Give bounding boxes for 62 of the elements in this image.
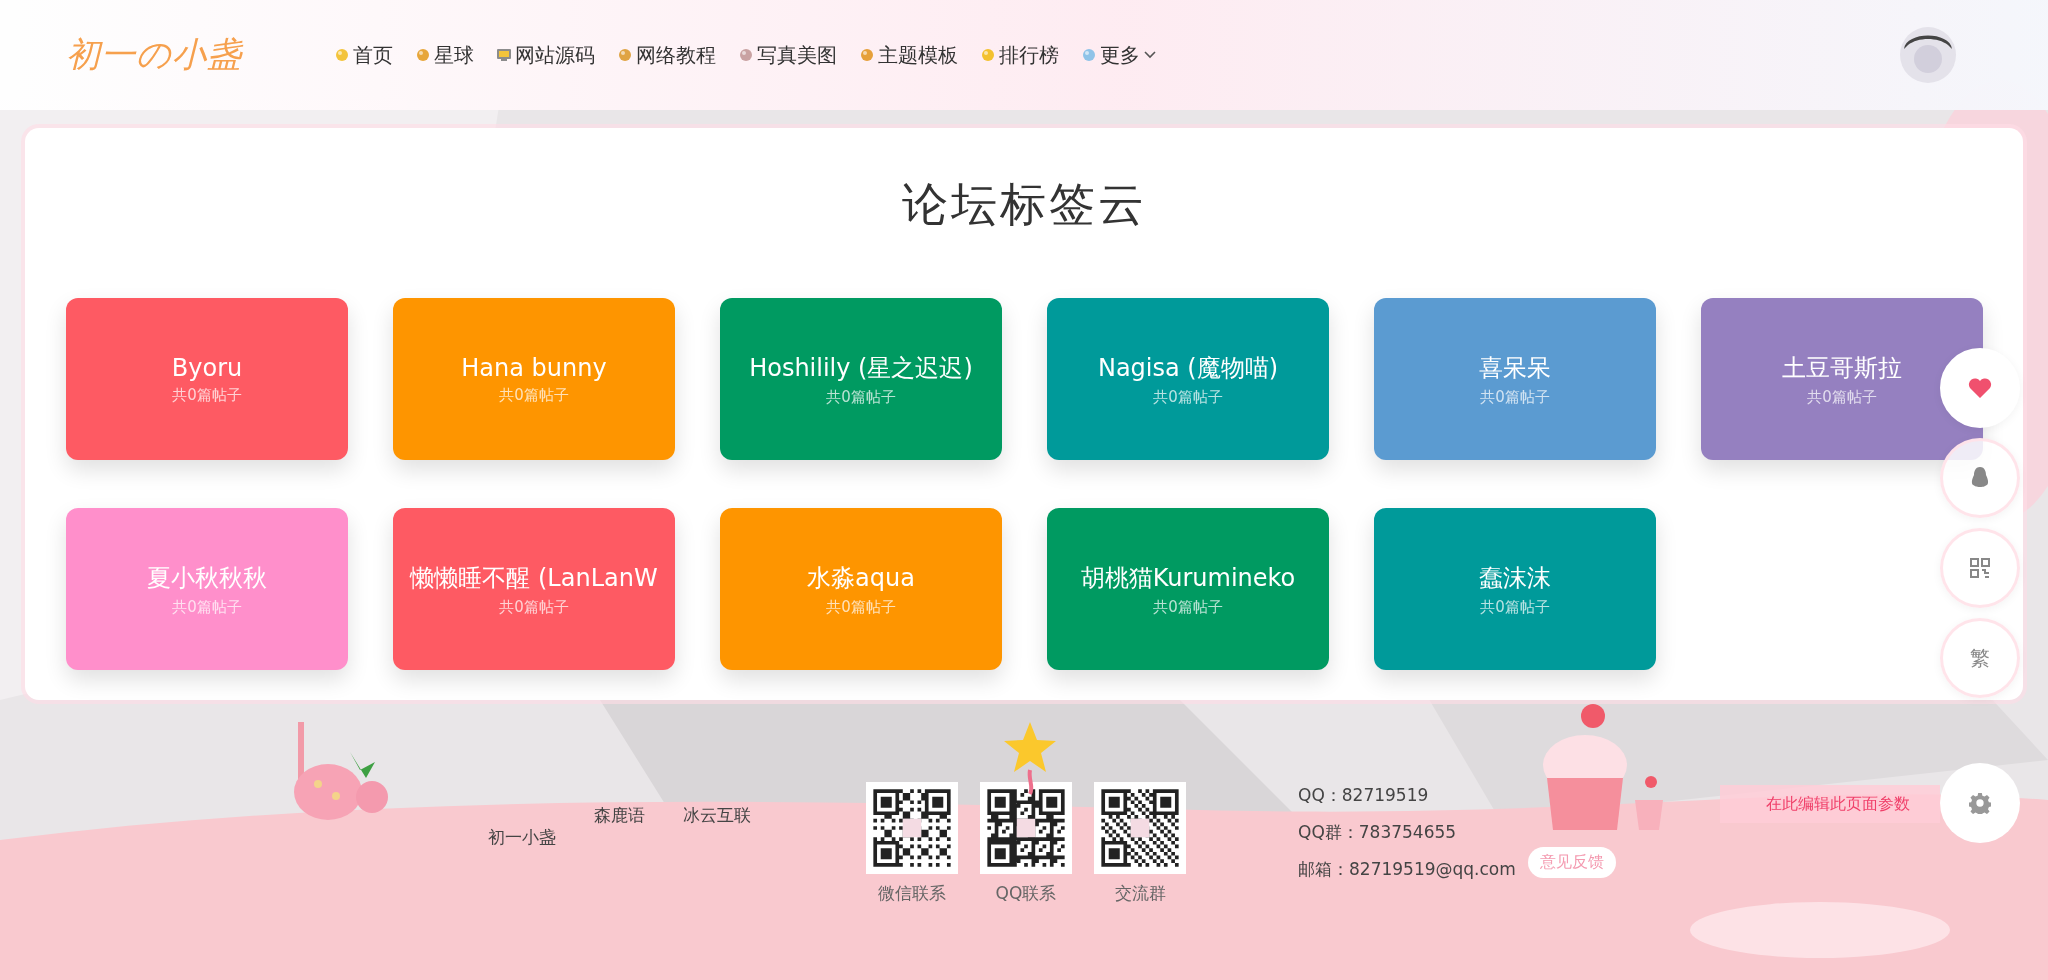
- tag-card[interactable]: Nagisa (魔物喵) 共0篇帖子: [1047, 298, 1329, 460]
- qr-caption: 交流群: [1114, 882, 1166, 905]
- tag-name: 水淼aqua: [807, 562, 915, 594]
- tag-name: 懒懒睡不醒 (LanLanW: [410, 562, 658, 594]
- tag-card[interactable]: 土豆哥斯拉 共0篇帖子: [1701, 298, 1983, 460]
- nav-link[interactable]: 首页: [334, 41, 393, 69]
- tag-card[interactable]: 蠢沫沫 共0篇帖子: [1374, 508, 1656, 670]
- settings-icon: [1969, 792, 1991, 814]
- tag-card[interactable]: 喜呆呆 共0篇帖子: [1374, 298, 1656, 460]
- qr-caption: QQ联系: [995, 882, 1057, 905]
- nav-link[interactable]: 网站源码: [496, 41, 595, 69]
- tag-card[interactable]: Hana bunny 共0篇帖子: [393, 298, 675, 460]
- chevron-down-icon: [1143, 50, 1157, 60]
- fruit-icon: [334, 47, 350, 63]
- tag-card[interactable]: 懒懒睡不醒 (LanLanW 共0篇帖子: [393, 508, 675, 670]
- tag-name: Nagisa (魔物喵): [1097, 352, 1279, 384]
- tag-card[interactable]: 夏小秋秋秋 共0篇帖子: [66, 508, 348, 670]
- nav-link[interactable]: 写真美图: [738, 41, 837, 69]
- tag-card[interactable]: Hoshilily (星之迟迟) 共0篇帖子: [720, 298, 1002, 460]
- contact-text: 邮箱：82719519@qq.com: [1298, 858, 1516, 881]
- post-count: 共0篇帖子: [1153, 597, 1223, 617]
- nav-link[interactable]: 星球: [415, 41, 474, 69]
- tag-name: 蠢沫沫: [1479, 562, 1551, 594]
- nav-link[interactable]: 排行榜: [980, 41, 1059, 69]
- post-count: 共0篇帖子: [1480, 597, 1550, 617]
- post-count: 共0篇帖子: [1153, 387, 1223, 407]
- heart-icon: [1968, 377, 1992, 399]
- feedback-button[interactable]: 意见反馈: [1528, 847, 1616, 878]
- edit-page-link[interactable]: 在此编辑此页面参数: [1720, 785, 1940, 823]
- nav-link[interactable]: 主题模板: [859, 41, 958, 69]
- post-count: 共0篇帖子: [826, 597, 896, 617]
- post-count: 共0篇帖子: [1480, 387, 1550, 407]
- tag-name: 夏小秋秋秋: [147, 562, 267, 594]
- post-count: 共0篇帖子: [826, 387, 896, 407]
- footer-link[interactable]: 冰云互联: [683, 804, 751, 827]
- nav-link[interactable]: 网络教程: [617, 41, 716, 69]
- post-count: 共0篇帖子: [499, 597, 569, 617]
- footer-link[interactable]: 初一小盏: [488, 826, 556, 849]
- tag-name: Hoshilily (星之迟迟): [749, 352, 973, 384]
- nav-link[interactable]: 更多: [1081, 41, 1157, 69]
- contact-text: QQ：82719519: [1298, 784, 1430, 807]
- tag-name: Byoru: [171, 353, 243, 382]
- tag-name: 土豆哥斯拉: [1782, 352, 1902, 384]
- monitor-icon: [496, 47, 512, 63]
- qr-caption: 微信联系: [878, 882, 946, 905]
- tag-name: 喜呆呆: [1479, 352, 1551, 384]
- penguin-icon: [1970, 466, 1990, 490]
- tag-name: 胡桃猫Kurumineko: [1080, 562, 1296, 594]
- page-title: 论坛标签云: [901, 176, 1147, 233]
- contact-text: QQ群：783754655: [1298, 821, 1458, 844]
- post-count: 共0篇帖子: [172, 385, 242, 405]
- tag-card[interactable]: 胡桃猫Kurumineko 共0篇帖子: [1047, 508, 1329, 670]
- post-count: 共0篇帖子: [172, 597, 242, 617]
- site-logo[interactable]: 初一の小盏: [66, 32, 306, 78]
- avatar[interactable]: [1898, 25, 1958, 85]
- qr-code-icon: [1970, 558, 1990, 578]
- tag-card[interactable]: Byoru 共0篇帖子: [66, 298, 348, 460]
- tag-name: Hana bunny: [461, 353, 607, 382]
- post-count: 共0篇帖子: [1807, 387, 1877, 407]
- tag-card[interactable]: 水淼aqua 共0篇帖子: [720, 508, 1002, 670]
- footer-link[interactable]: 森鹿语: [594, 804, 645, 827]
- post-count: 共0篇帖子: [499, 385, 569, 405]
